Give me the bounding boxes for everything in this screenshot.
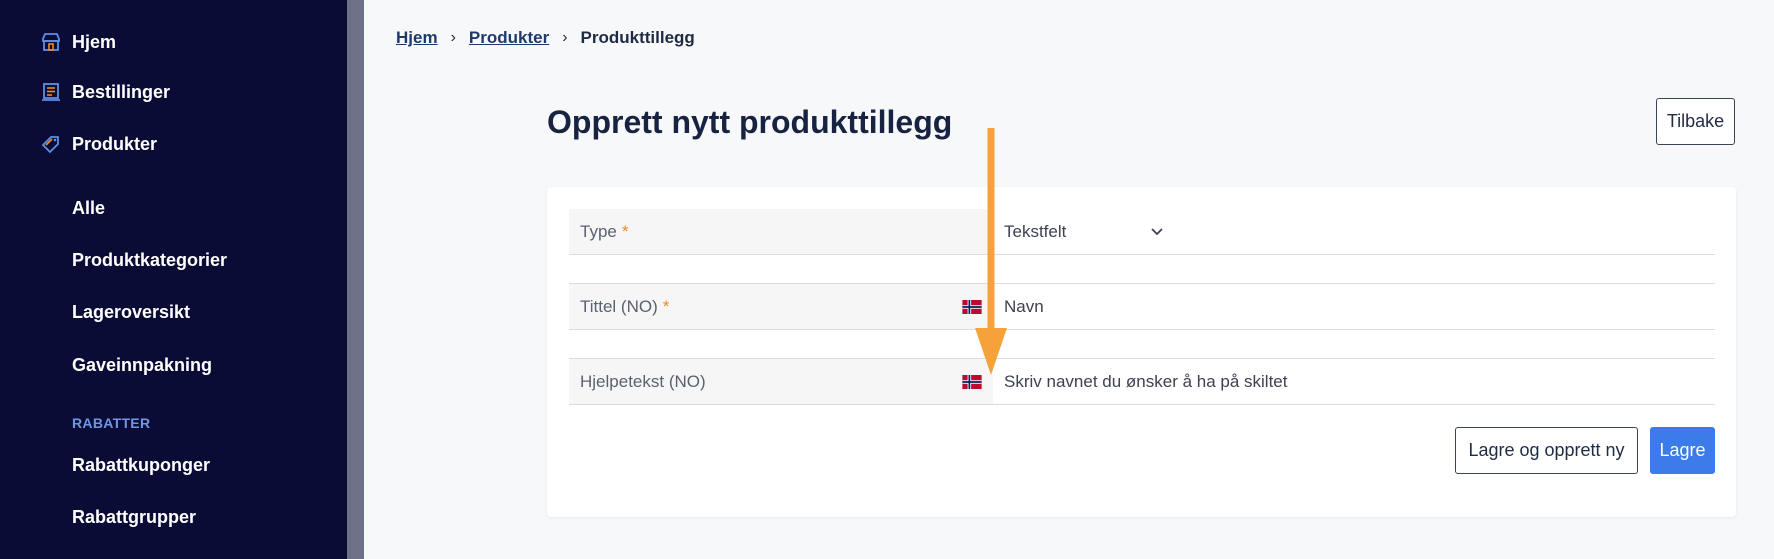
breadcrumb-current: Produkttillegg	[580, 28, 695, 47]
sidebar-divider	[347, 0, 364, 559]
save-and-create-new-button[interactable]: Lagre og opprett ny	[1455, 427, 1638, 474]
sidebar-subitem-rabattgrupper[interactable]: Rabattgrupper	[72, 503, 196, 531]
form-row-title: Tittel (NO) * Navn	[569, 284, 1715, 330]
field-label-type: Type *	[569, 209, 993, 254]
breadcrumb-link-hjem[interactable]: Hjem	[396, 28, 438, 48]
required-marker: *	[621, 221, 629, 241]
annotation-arrow-icon	[975, 128, 1007, 375]
chevron-right-icon: ›	[450, 29, 456, 46]
receipt-icon	[41, 82, 61, 102]
chevron-down-icon	[1150, 222, 1164, 242]
sidebar-item-bestillinger[interactable]: Bestillinger	[41, 77, 170, 107]
type-select[interactable]: Tekstfelt	[1004, 209, 1164, 254]
sidebar-subitem-lageroversikt[interactable]: Lageroversikt	[72, 298, 190, 326]
back-button[interactable]: Tilbake	[1656, 98, 1735, 145]
chevron-right-icon: ›	[562, 29, 568, 46]
required-marker: *	[662, 296, 670, 316]
sidebar-item-hjem[interactable]: Hjem	[41, 27, 116, 57]
sidebar-item-label: Produkter	[72, 133, 158, 154]
field-label-text: Type	[580, 221, 617, 241]
helptext-input[interactable]: Skriv navnet du ønsker å ha på skiltet	[1004, 359, 1287, 404]
form-row-type: Type * Tekstfelt	[569, 209, 1715, 255]
breadcrumb: Hjem › Produkter › Produkttillegg	[396, 28, 695, 48]
sidebar-subitem-gaveinnpakning[interactable]: Gaveinnpakning	[72, 351, 212, 379]
sidebar-subitem-rabattkuponger[interactable]: Rabattkuponger	[72, 451, 210, 479]
field-label-text: Tittel (NO)	[580, 296, 658, 316]
sidebar-subitem-alle[interactable]: Alle	[72, 194, 105, 222]
sidebar-subitem-produktkategorier[interactable]: Produktkategorier	[72, 246, 227, 274]
save-button[interactable]: Lagre	[1650, 427, 1715, 474]
sidebar-item-label: Bestillinger	[72, 81, 171, 102]
field-label-title: Tittel (NO) *	[569, 284, 993, 329]
tag-icon	[41, 134, 61, 154]
sidebar: Hjem Bestillinger Produkter Alle Produkt…	[0, 0, 347, 559]
store-icon	[41, 32, 61, 52]
sidebar-section-heading: RABATTER	[72, 415, 151, 431]
page-title: Opprett nytt produkttillegg	[547, 104, 953, 140]
helptext-input-value: Skriv navnet du ønsker å ha på skiltet	[1004, 371, 1288, 391]
field-label-helptext: Hjelpetekst (NO)	[569, 359, 993, 404]
breadcrumb-link-produkter[interactable]: Produkter	[469, 28, 549, 48]
form-row-helptext: Hjelpetekst (NO) Skriv navnet du ønsker …	[569, 359, 1715, 405]
field-label-text: Hjelpetekst (NO)	[580, 371, 706, 391]
sidebar-item-produkter[interactable]: Produkter	[41, 129, 157, 159]
sidebar-item-label: Hjem	[72, 31, 117, 52]
